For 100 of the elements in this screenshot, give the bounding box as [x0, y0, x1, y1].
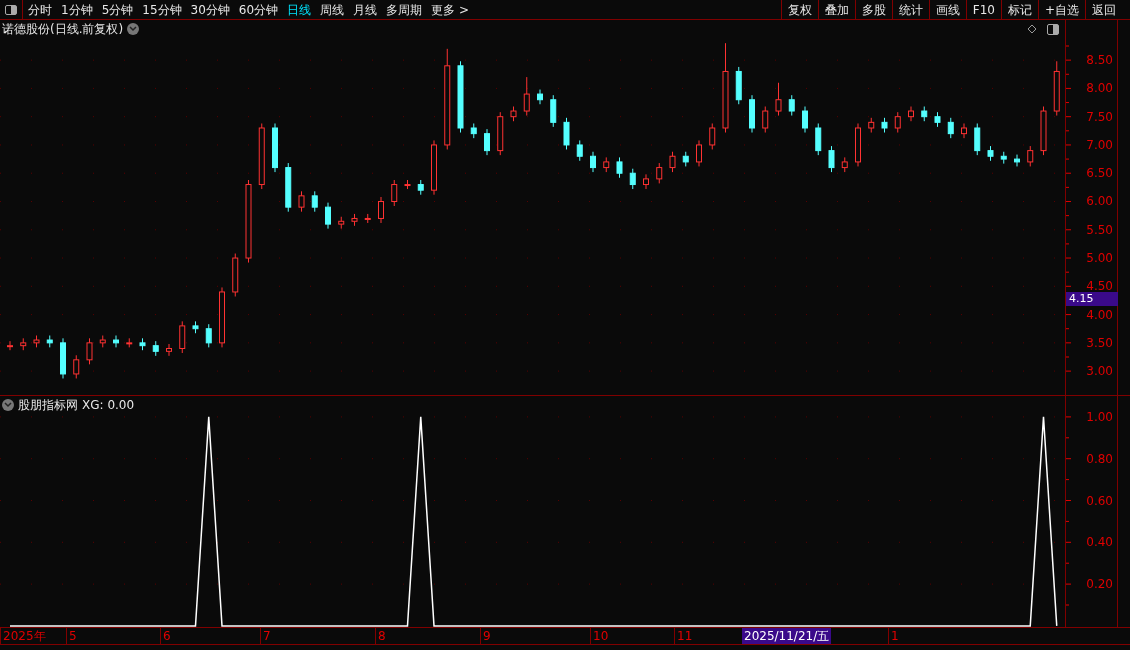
candle: [338, 216, 345, 230]
indicator-title: 股朋指标网: [18, 397, 78, 414]
candle: [298, 190, 305, 213]
candle: [1040, 106, 1047, 156]
candle: [523, 76, 530, 117]
candle: [497, 111, 504, 156]
axis-label: 8.50: [1086, 53, 1113, 68]
candle: [391, 179, 398, 207]
period-tab[interactable]: 15分钟: [142, 0, 182, 19]
axis-label: 4.50: [1086, 279, 1113, 294]
period-tab[interactable]: 多周期: [386, 0, 423, 19]
candle: [961, 122, 967, 139]
chevron-down-icon[interactable]: [2, 399, 14, 411]
axis-label: 3.50: [1086, 335, 1113, 350]
period-tab[interactable]: 日线: [287, 0, 312, 19]
candle: [113, 335, 119, 348]
period-tab[interactable]: 60分钟: [238, 0, 279, 19]
axis-label: 6.00: [1086, 194, 1113, 209]
candle: [749, 94, 755, 133]
toolbar-button[interactable]: F10: [965, 0, 1001, 19]
axis-label: 8.00: [1086, 81, 1113, 96]
toolbar-button[interactable]: 复权: [780, 0, 818, 19]
candle: [643, 173, 649, 190]
candle: [86, 337, 93, 365]
candle: [99, 335, 106, 348]
candle: [417, 179, 424, 196]
date-axis-label: 2025年: [0, 628, 46, 644]
candle: [696, 139, 702, 167]
period-tab[interactable]: 1分钟: [61, 0, 93, 19]
axis-label: 5.00: [1086, 251, 1113, 266]
candle: [152, 340, 159, 357]
candle: [60, 337, 66, 379]
toolbar-button[interactable]: +自选: [1037, 0, 1085, 19]
candle: [404, 179, 411, 190]
axis-label: 0.20: [1086, 577, 1113, 592]
candle: [735, 66, 742, 105]
date-axis-label: 5: [66, 628, 77, 644]
candle: [550, 94, 557, 128]
period-tab[interactable]: 分时: [28, 0, 52, 19]
candle: [351, 213, 358, 227]
candle: [537, 89, 543, 105]
axis-label: 7.00: [1086, 137, 1113, 152]
indicator-reading: XG: 0.00: [82, 397, 135, 414]
toolbar-button[interactable]: 画线: [928, 0, 966, 19]
axis-label: 0.40: [1086, 535, 1113, 550]
axis-label: 3.00: [1086, 364, 1113, 379]
candle: [603, 156, 610, 173]
candle: [762, 106, 769, 133]
candle: [682, 151, 689, 167]
axis-label: 5.50: [1086, 222, 1113, 237]
period-tab[interactable]: 周线: [320, 0, 345, 19]
candle: [484, 128, 490, 156]
candle: [325, 202, 331, 230]
candle: [139, 337, 146, 351]
candle: [841, 156, 848, 173]
candle: [881, 117, 888, 133]
axis-label: 6.50: [1086, 166, 1113, 181]
candle: [258, 122, 265, 190]
candle: [855, 122, 861, 167]
period-tab[interactable]: 5分钟: [101, 0, 134, 19]
candle: [7, 340, 13, 351]
panel-toggle-icon[interactable]: [1047, 23, 1059, 35]
candle: [311, 190, 318, 213]
period-tab[interactable]: 30分钟: [190, 0, 230, 19]
candle: [590, 151, 596, 173]
candle: [378, 196, 384, 224]
candle: [20, 337, 27, 351]
candle: [33, 335, 40, 348]
toolbar-button[interactable]: 叠加: [817, 0, 855, 19]
candle: [576, 139, 583, 162]
axis-label: 1.00: [1086, 409, 1113, 424]
candle: [669, 151, 676, 173]
chevron-down-icon[interactable]: [127, 23, 140, 35]
candle: [563, 117, 570, 150]
candle: [894, 111, 901, 133]
period-tab[interactable]: 月线: [353, 0, 378, 19]
candle: [934, 111, 941, 128]
candle: [828, 145, 835, 173]
candle: [470, 122, 477, 139]
toolbar-button[interactable]: 标记: [1000, 0, 1038, 19]
diamond-icon[interactable]: [1027, 24, 1037, 34]
candle: [126, 337, 133, 348]
candle: [192, 320, 199, 334]
date-axis-label: 9: [480, 628, 491, 644]
toolbar-button[interactable]: 多股: [854, 0, 892, 19]
chart-title: 诺德股份(日线.前复权): [2, 21, 124, 38]
axis-label: 0.60: [1086, 493, 1113, 508]
candle: [788, 94, 795, 117]
candle: [364, 213, 371, 224]
toolbar-button[interactable]: 统计: [891, 0, 929, 19]
candle: [166, 343, 172, 357]
candle: [272, 122, 278, 173]
candle: [802, 106, 808, 133]
candle: [709, 122, 716, 150]
candle: [205, 323, 212, 348]
candle: [921, 106, 928, 122]
period-tab[interactable]: 更多 >: [431, 0, 469, 19]
candle: [285, 162, 292, 213]
toolbar-button[interactable]: 返回: [1085, 0, 1122, 19]
axis-label: 0.80: [1086, 451, 1113, 466]
